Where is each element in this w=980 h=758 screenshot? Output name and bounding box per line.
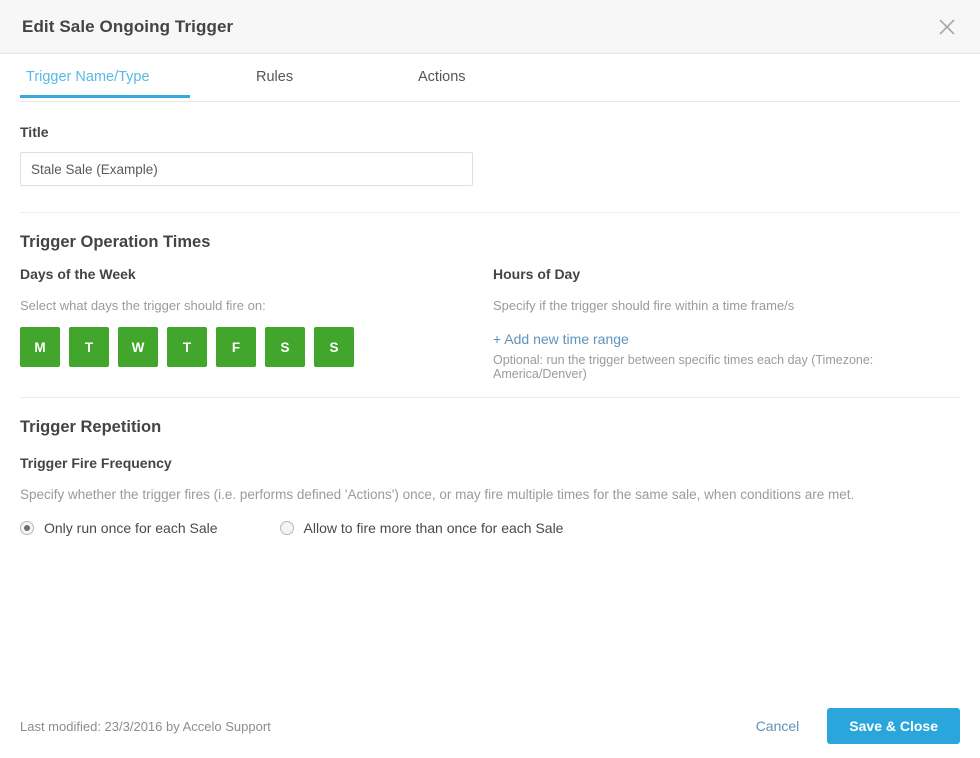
dialog-body: Title Trigger Operation Times Days of th… bbox=[0, 102, 980, 694]
repetition-heading: Trigger Repetition bbox=[20, 418, 960, 437]
fire-frequency-description: Specify whether the trigger fires (i.e. … bbox=[20, 487, 960, 502]
tab-actions[interactable]: Actions bbox=[355, 68, 535, 98]
days-of-week-column: Days of the Week Select what days the tr… bbox=[20, 266, 493, 381]
radio-icon-run-once[interactable] bbox=[20, 521, 34, 535]
day-toggle-friday[interactable]: F bbox=[216, 327, 256, 367]
dialog-header: Edit Sale Ongoing Trigger bbox=[0, 0, 980, 54]
add-time-range-hint: Optional: run the trigger between specif… bbox=[493, 353, 960, 381]
footer-actions: Cancel Save & Close bbox=[756, 708, 960, 744]
dialog-title: Edit Sale Ongoing Trigger bbox=[22, 17, 233, 37]
edit-trigger-dialog: Edit Sale Ongoing Trigger Trigger Name/T… bbox=[0, 0, 980, 758]
operation-times-heading: Trigger Operation Times bbox=[20, 233, 960, 252]
day-toggle-tuesday[interactable]: T bbox=[69, 327, 109, 367]
save-and-close-button[interactable]: Save & Close bbox=[827, 708, 960, 744]
fire-frequency-heading: Trigger Fire Frequency bbox=[20, 455, 960, 471]
day-toggle-saturday[interactable]: S bbox=[265, 327, 305, 367]
day-toggle-sunday[interactable]: S bbox=[314, 327, 354, 367]
day-toggle-thursday[interactable]: T bbox=[167, 327, 207, 367]
operation-times-section: Trigger Operation Times Days of the Week… bbox=[20, 213, 960, 397]
title-section: Title bbox=[20, 102, 960, 212]
tab-rules[interactable]: Rules bbox=[190, 68, 355, 98]
radio-option-run-once[interactable]: Only run once for each Sale bbox=[20, 520, 218, 536]
radio-option-fire-multiple[interactable]: Allow to fire more than once for each Sa… bbox=[280, 520, 564, 536]
last-modified-text: Last modified: 23/3/2016 by Accelo Suppo… bbox=[20, 719, 271, 734]
hours-of-day-column: Hours of Day Specify if the trigger shou… bbox=[493, 266, 960, 381]
radio-label-fire-multiple: Allow to fire more than once for each Sa… bbox=[304, 520, 564, 536]
tab-bar: Trigger Name/Type Rules Actions bbox=[0, 54, 980, 102]
hours-of-day-heading: Hours of Day bbox=[493, 266, 960, 282]
day-toggle-group: M T W T F S S bbox=[20, 327, 493, 367]
day-toggle-wednesday[interactable]: W bbox=[118, 327, 158, 367]
radio-label-run-once: Only run once for each Sale bbox=[44, 520, 218, 536]
close-icon[interactable] bbox=[932, 12, 962, 42]
title-input[interactable] bbox=[20, 152, 473, 186]
cancel-button[interactable]: Cancel bbox=[756, 718, 800, 734]
add-time-range-link[interactable]: + Add new time range bbox=[493, 331, 629, 347]
tab-trigger-name-type[interactable]: Trigger Name/Type bbox=[20, 68, 190, 98]
hours-of-day-hint: Specify if the trigger should fire withi… bbox=[493, 298, 960, 313]
dialog-footer: Last modified: 23/3/2016 by Accelo Suppo… bbox=[0, 694, 980, 758]
fire-frequency-radio-group: Only run once for each Sale Allow to fir… bbox=[20, 520, 960, 536]
radio-icon-fire-multiple[interactable] bbox=[280, 521, 294, 535]
days-of-week-heading: Days of the Week bbox=[20, 266, 493, 282]
days-of-week-hint: Select what days the trigger should fire… bbox=[20, 298, 493, 313]
day-toggle-monday[interactable]: M bbox=[20, 327, 60, 367]
repetition-section: Trigger Repetition Trigger Fire Frequenc… bbox=[20, 398, 960, 536]
title-label: Title bbox=[20, 124, 960, 140]
